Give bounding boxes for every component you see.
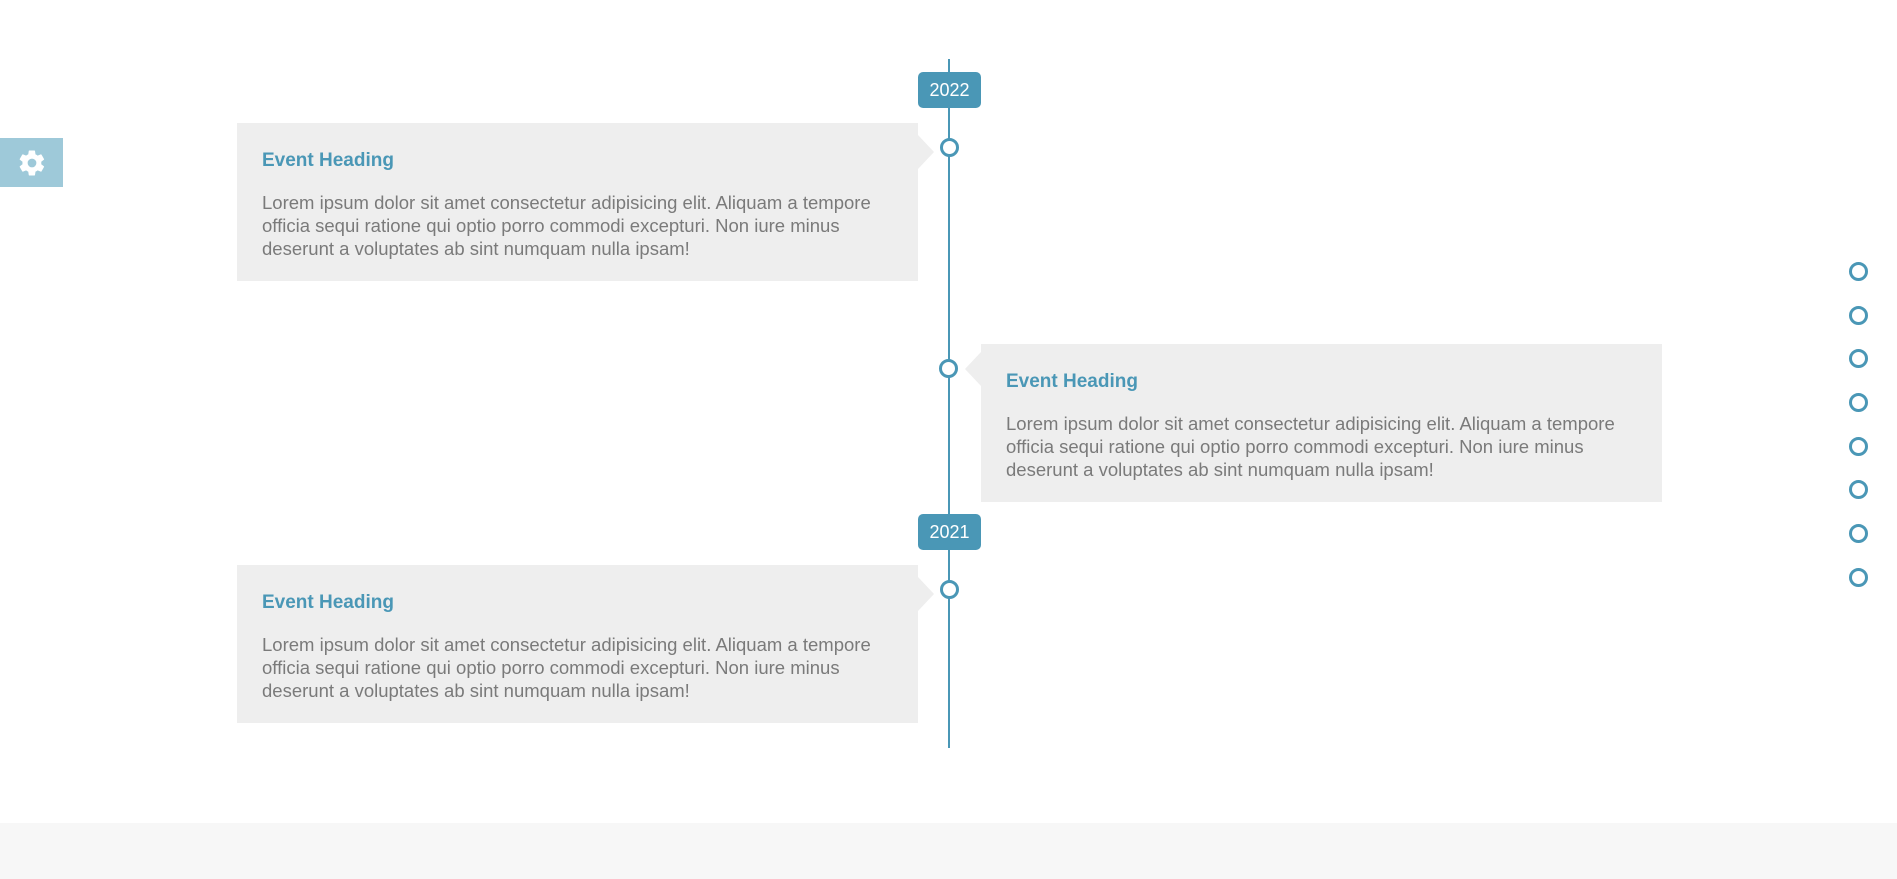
event-card-1: Event Heading Lorem ipsum dolor sit amet…	[237, 123, 934, 281]
timeline-page: 2022 Event Heading Lorem ipsum dolor sit…	[0, 0, 1897, 879]
card-pointer	[918, 135, 934, 169]
timeline-dot-1	[940, 138, 959, 157]
event-heading: Event Heading	[262, 150, 394, 171]
side-nav-dot-8[interactable]	[1849, 567, 1868, 587]
side-nav-dot-1[interactable]	[1849, 262, 1868, 281]
card-pointer	[918, 577, 934, 611]
timeline-axis	[948, 59, 950, 748]
card-pointer	[965, 352, 981, 386]
side-nav-dot-4[interactable]	[1849, 393, 1868, 413]
timeline-dot-2	[939, 359, 958, 378]
settings-button[interactable]	[0, 138, 63, 187]
event-text: Lorem ipsum dolor sit amet consectetur a…	[262, 192, 871, 259]
gear-icon	[19, 149, 44, 176]
side-nav-dot-2[interactable]	[1849, 305, 1868, 325]
timeline-dot-3	[940, 580, 959, 599]
footer	[0, 823, 1897, 879]
year-badge-2022: 2022	[918, 72, 981, 108]
side-nav-dot-7[interactable]	[1849, 524, 1868, 544]
side-nav-dot-6[interactable]	[1849, 480, 1868, 500]
side-nav	[1849, 262, 1869, 612]
event-heading: Event Heading	[262, 592, 394, 613]
side-nav-dot-3[interactable]	[1849, 349, 1868, 369]
year-badge-2021: 2021	[918, 514, 981, 550]
event-text: Lorem ipsum dolor sit amet consectetur a…	[1006, 413, 1615, 480]
side-nav-dot-5[interactable]	[1849, 436, 1868, 456]
event-card-2: Event Heading Lorem ipsum dolor sit amet…	[965, 344, 1662, 502]
event-text: Lorem ipsum dolor sit amet consectetur a…	[262, 634, 871, 701]
event-heading: Event Heading	[1006, 371, 1138, 392]
event-card-3: Event Heading Lorem ipsum dolor sit amet…	[237, 565, 934, 723]
